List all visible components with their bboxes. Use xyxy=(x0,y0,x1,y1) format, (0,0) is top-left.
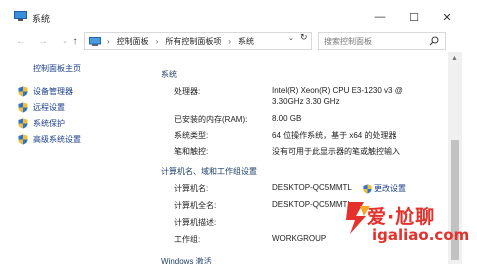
change-settings-label: 更改设置 xyxy=(374,184,406,193)
sidebar-item-advanced-settings[interactable]: 高级系统设置 xyxy=(18,133,81,145)
breadcrumb-separator: › xyxy=(228,36,232,46)
sidebar-item-label: 系统保护 xyxy=(33,118,65,128)
breadcrumb-separator: › xyxy=(107,36,110,46)
system-section-heading: 系统 xyxy=(161,70,177,79)
navigation-bar: ← → ⌄ ↑ › 控制面板 › 所有控制面板项 › 系统 ⌄ ↻ 搜索控制面板 xyxy=(0,30,477,52)
control-panel-home-link[interactable]: 控制面板主页 xyxy=(33,63,81,74)
computer-name-value: DESKTOP-QC5MMTL xyxy=(272,183,352,192)
close-button[interactable]: ✕ xyxy=(432,6,462,28)
sidebar-item-device-manager[interactable]: 设备管理器 xyxy=(18,85,73,97)
maximize-button[interactable]: ☐ xyxy=(399,6,429,28)
system-type-label: 系统类型: xyxy=(174,131,209,140)
full-computer-name-label: 计算机全名: xyxy=(174,201,217,210)
search-icon[interactable] xyxy=(429,36,439,46)
computer-section-heading: 计算机名、域和工作组设置 xyxy=(161,167,257,176)
watermark-main-text: 爱·尬聊 xyxy=(367,206,436,228)
refresh-icon[interactable]: ↻ xyxy=(300,32,308,43)
change-settings-link[interactable]: 更改设置 xyxy=(363,183,406,194)
search-input[interactable]: 搜索控制面板 xyxy=(318,32,446,50)
shield-icon xyxy=(18,134,28,144)
sidebar-item-label: 高级系统设置 xyxy=(33,134,81,144)
ram-label: 已安装的内存(RAM): xyxy=(174,115,248,124)
processor-value-line2: 3.30GHz 3.30 GHz xyxy=(272,97,340,106)
sidebar-item-system-protection[interactable]: 系统保护 xyxy=(18,117,65,129)
breadcrumb-system[interactable]: 系统 xyxy=(238,36,254,47)
back-arrow-icon[interactable]: ← xyxy=(14,34,28,48)
computer-name-label: 计算机名: xyxy=(174,184,209,193)
computer-icon xyxy=(14,11,27,21)
watermark: 爱·尬聊 igaliao.com xyxy=(340,196,477,264)
sidebar-item-label: 设备管理器 xyxy=(33,86,73,96)
activation-section-heading: Windows 激活 xyxy=(161,257,212,264)
workgroup-label: 工作组: xyxy=(174,235,201,244)
address-dropdown-chevron-icon[interactable]: ⌄ xyxy=(288,34,294,42)
breadcrumb-separator: › xyxy=(155,36,159,46)
pen-touch-label: 笔和触控: xyxy=(174,147,209,156)
sidebar-item-label: 远程设置 xyxy=(33,102,65,112)
shield-icon xyxy=(18,86,28,96)
title-bar: 系统 — ☐ ✕ xyxy=(0,0,477,30)
shield-icon xyxy=(18,118,28,128)
watermark-url-text: igaliao.com xyxy=(372,226,470,244)
scroll-up-arrow-icon[interactable]: ▲ xyxy=(451,55,458,62)
breadcrumb-control-panel[interactable]: 控制面板 xyxy=(117,36,149,47)
system-type-value: 64 位操作系统，基于 x64 的处理器 xyxy=(272,131,397,140)
window-title: 系统 xyxy=(32,14,51,24)
address-bar[interactable]: › 控制面板 › 所有控制面板项 › 系统 xyxy=(84,32,312,50)
shield-icon xyxy=(363,184,372,193)
processor-label: 处理器: xyxy=(174,87,201,96)
workgroup-value: WORKGROUP xyxy=(272,234,327,243)
forward-arrow-icon[interactable]: → xyxy=(36,34,50,48)
sidebar-item-remote-settings[interactable]: 远程设置 xyxy=(18,101,65,113)
control-panel-icon xyxy=(89,36,101,46)
ram-value: 8.00 GB xyxy=(272,114,302,123)
breadcrumb-all-items[interactable]: 所有控制面板项 xyxy=(165,36,221,47)
up-arrow-icon[interactable]: ↑ xyxy=(68,34,82,48)
shield-icon xyxy=(18,102,28,112)
search-placeholder: 搜索控制面板 xyxy=(324,36,372,46)
computer-description-label: 计算机描述: xyxy=(174,218,217,227)
pen-touch-value: 没有可用于此显示器的笔或触控输入 xyxy=(272,147,400,156)
minimize-button[interactable]: — xyxy=(365,6,395,28)
sidebar: 控制面板主页 设备管理器 远程设置 系统保护 高级系统设置 xyxy=(0,52,148,264)
processor-value: Intel(R) Xeon(R) CPU E3-1230 v3 @ xyxy=(272,86,403,95)
